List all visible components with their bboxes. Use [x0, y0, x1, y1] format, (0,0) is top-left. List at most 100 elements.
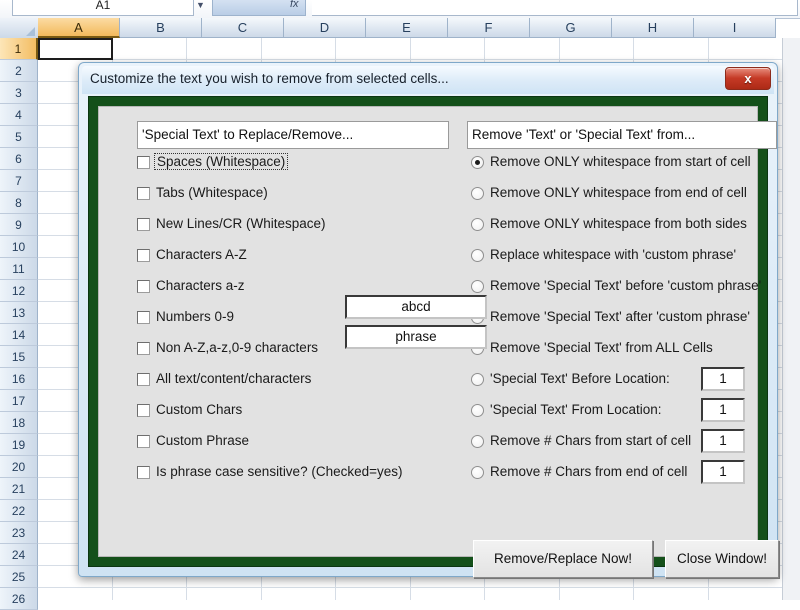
- checkbox-icon[interactable]: [137, 342, 150, 355]
- row-header-7[interactable]: 7: [0, 170, 38, 192]
- row-header-21[interactable]: 21: [0, 478, 38, 500]
- special-text-input[interactable]: 'Special Text' to Replace/Remove...: [137, 121, 449, 149]
- checkbox-icon[interactable]: [137, 187, 150, 200]
- close-window-icon-button[interactable]: x: [725, 67, 771, 90]
- grid-cell[interactable]: [634, 588, 709, 600]
- column-header-B[interactable]: B: [120, 18, 202, 38]
- row-header-10[interactable]: 10: [0, 236, 38, 258]
- number-input[interactable]: 1: [701, 460, 745, 484]
- grid-cell[interactable]: [410, 38, 486, 60]
- checkbox-icon[interactable]: [137, 404, 150, 417]
- grid-cell[interactable]: [410, 588, 485, 600]
- grid-cell[interactable]: [112, 588, 187, 600]
- custom-chars-input[interactable]: abcd: [345, 295, 487, 319]
- radio-icon[interactable]: [471, 373, 484, 386]
- row-header-12[interactable]: 12: [0, 280, 38, 302]
- row-header-19[interactable]: 19: [0, 434, 38, 456]
- row-header-8[interactable]: 8: [0, 192, 38, 214]
- radio-icon[interactable]: [471, 218, 484, 231]
- row-header-23[interactable]: 23: [0, 522, 38, 544]
- column-header-F[interactable]: F: [448, 18, 530, 38]
- name-box[interactable]: A1: [12, 0, 194, 16]
- row-header-5[interactable]: 5: [0, 126, 38, 148]
- column-header-E[interactable]: E: [366, 18, 448, 38]
- grid-cell[interactable]: [559, 38, 635, 60]
- radio-icon[interactable]: [471, 280, 484, 293]
- row-header-25[interactable]: 25: [0, 566, 38, 588]
- grid-cell[interactable]: [112, 38, 188, 60]
- row-header-13[interactable]: 13: [0, 302, 38, 324]
- row-header-18[interactable]: 18: [0, 412, 38, 434]
- radio-icon[interactable]: [471, 156, 484, 169]
- radio-icon[interactable]: [471, 249, 484, 262]
- row-header-14[interactable]: 14: [0, 324, 38, 346]
- grid-cell[interactable]: [187, 588, 262, 600]
- column-headers: ABCDEFGHI: [38, 18, 776, 38]
- grid-cell[interactable]: [38, 588, 113, 600]
- row-header-9[interactable]: 9: [0, 214, 38, 236]
- grid-cell[interactable]: [261, 38, 337, 60]
- row-header-2[interactable]: 2: [0, 60, 38, 82]
- column-header-A[interactable]: A: [38, 18, 120, 38]
- radio-icon[interactable]: [471, 187, 484, 200]
- select-all-corner[interactable]: [0, 18, 39, 39]
- remove-replace-now-button[interactable]: Remove/Replace Now!: [473, 540, 653, 578]
- radio-icon[interactable]: [471, 466, 484, 479]
- column-header-H[interactable]: H: [612, 18, 694, 38]
- grid-cell[interactable]: [485, 588, 560, 600]
- checkbox-icon[interactable]: [137, 280, 150, 293]
- row-header-22[interactable]: 22: [0, 500, 38, 522]
- remove-from-input[interactable]: Remove 'Text' or 'Special Text' from...: [467, 121, 777, 149]
- grid-cell[interactable]: [485, 38, 560, 60]
- grid-cell[interactable]: [336, 38, 411, 60]
- checkbox-icon[interactable]: [137, 435, 150, 448]
- grid-cell[interactable]: [187, 38, 262, 60]
- grid-cell[interactable]: [708, 38, 783, 60]
- radio-icon[interactable]: [471, 404, 484, 417]
- row-header-3[interactable]: 3: [0, 82, 38, 104]
- row-header-1[interactable]: 1: [0, 38, 38, 60]
- grid-cell[interactable]: [38, 38, 113, 60]
- grid-cell[interactable]: [261, 588, 336, 600]
- row-header-11[interactable]: 11: [0, 258, 38, 280]
- row-header-20[interactable]: 20: [0, 456, 38, 478]
- dialog-title-bar[interactable]: Customize the text you wish to remove fr…: [82, 66, 774, 94]
- row-header-16[interactable]: 16: [0, 368, 38, 390]
- radio-label: Remove ONLY whitespace from both sides: [490, 216, 747, 231]
- radio-label: Remove ONLY whitespace from end of cell: [490, 185, 747, 200]
- checkbox-icon[interactable]: [137, 373, 150, 386]
- row-header-4[interactable]: 4: [0, 104, 38, 126]
- number-input[interactable]: 1: [701, 429, 745, 453]
- checkbox-icon[interactable]: [137, 311, 150, 324]
- row-header-6[interactable]: 6: [0, 148, 38, 170]
- checkbox-icon[interactable]: [137, 466, 150, 479]
- row-header-24[interactable]: 24: [0, 544, 38, 566]
- checkbox-icon[interactable]: [137, 218, 150, 231]
- radio-label: 'Special Text' Before Location:: [490, 371, 670, 386]
- vertical-scrollbar[interactable]: [782, 38, 800, 600]
- checkbox-label: Custom Phrase: [156, 433, 250, 448]
- grid-cell[interactable]: [559, 588, 634, 600]
- column-header-I[interactable]: I: [694, 18, 776, 38]
- column-header-D[interactable]: D: [284, 18, 366, 38]
- name-box-dropdown-icon[interactable]: ▼: [196, 0, 205, 10]
- column-header-C[interactable]: C: [202, 18, 284, 38]
- customize-text-dialog: Customize the text you wish to remove fr…: [78, 62, 779, 578]
- close-window-button[interactable]: Close Window!: [665, 540, 779, 578]
- checkbox-icon[interactable]: [137, 249, 150, 262]
- row-header-17[interactable]: 17: [0, 390, 38, 412]
- grid-cell[interactable]: [708, 588, 783, 600]
- grid-cell[interactable]: [336, 588, 411, 600]
- custom-phrase-input[interactable]: phrase: [345, 325, 487, 349]
- row-header-26[interactable]: 26: [0, 588, 38, 610]
- checkbox-label: Numbers 0-9: [156, 309, 235, 324]
- column-header-G[interactable]: G: [530, 18, 612, 38]
- function-icon[interactable]: fx: [290, 0, 299, 10]
- number-input[interactable]: 1: [701, 398, 745, 422]
- row-header-15[interactable]: 15: [0, 346, 38, 368]
- number-input[interactable]: 1: [701, 367, 745, 391]
- formula-input[interactable]: [312, 0, 798, 16]
- grid-cell[interactable]: [634, 38, 709, 60]
- checkbox-icon[interactable]: [137, 156, 150, 169]
- radio-icon[interactable]: [471, 435, 484, 448]
